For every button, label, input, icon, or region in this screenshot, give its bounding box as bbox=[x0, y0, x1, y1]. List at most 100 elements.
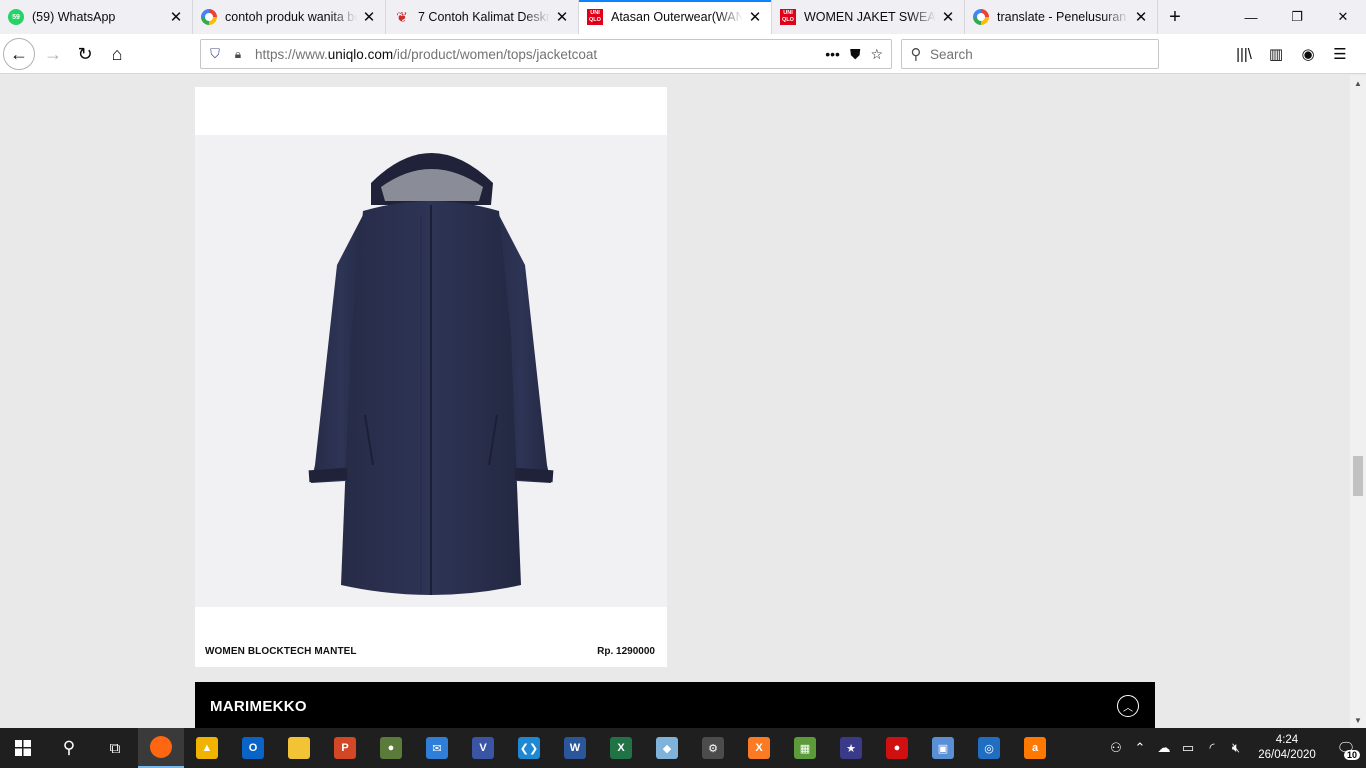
close-tab-icon[interactable]: ✕ bbox=[164, 5, 188, 29]
network-app-icon: ⚙ bbox=[702, 737, 724, 759]
task-view-icon: ⧉ bbox=[109, 739, 121, 757]
close-tab-icon[interactable]: ✕ bbox=[1129, 5, 1153, 29]
taskbar-app-word[interactable]: W bbox=[552, 728, 598, 768]
tab-kalimat-deskripsi[interactable]: ❦ 7 Contoh Kalimat Deskrip ✕ bbox=[386, 0, 579, 34]
taskbar-app-globe-app[interactable]: ● bbox=[368, 728, 414, 768]
notification-count-badge: 10 bbox=[1343, 750, 1360, 760]
sheets-app-icon: ▦ bbox=[794, 737, 816, 759]
scroll-up-arrow-icon[interactable]: ▲ bbox=[1350, 75, 1366, 91]
clock-time: 4:24 bbox=[1275, 734, 1299, 746]
whatsapp-icon: 59 bbox=[8, 9, 24, 25]
taskbar-app-firefox[interactable] bbox=[138, 728, 184, 768]
taskbar-app-star-app[interactable]: ★ bbox=[828, 728, 874, 768]
taskbar-app-avast[interactable]: a bbox=[1012, 728, 1058, 768]
product-name[interactable]: WOMEN BLOCKTECH MANTEL bbox=[205, 646, 357, 657]
word-icon: W bbox=[564, 737, 586, 759]
new-tab-button[interactable]: + bbox=[1158, 0, 1192, 34]
taskbar-app-notes-app[interactable]: ◆ bbox=[644, 728, 690, 768]
back-button[interactable]: ← bbox=[3, 38, 35, 70]
search-button[interactable]: ⚲ bbox=[46, 728, 92, 768]
wifi-icon[interactable]: ◜ bbox=[1200, 740, 1224, 756]
pocket-icon[interactable]: ⛊ bbox=[850, 46, 861, 63]
taskbar-app-vscode[interactable]: ❮❯ bbox=[506, 728, 552, 768]
taskbar-app-network-app[interactable]: ⚙ bbox=[690, 728, 736, 768]
coat-illustration bbox=[308, 153, 554, 595]
tab-women-jaket[interactable]: UNI QLO WOMEN JAKET SWEAT H ✕ bbox=[772, 0, 965, 34]
task-view-button[interactable]: ⧉ bbox=[92, 728, 138, 768]
taskbar-app-mail[interactable]: ✉ bbox=[414, 728, 460, 768]
sidebar-icon[interactable]: ▥ bbox=[1260, 38, 1292, 70]
bookmark-star-icon[interactable]: ☆ bbox=[870, 46, 883, 63]
close-window-icon[interactable]: ✕ bbox=[1320, 0, 1366, 34]
library-icon[interactable]: |||\ bbox=[1228, 38, 1260, 70]
search-input[interactable]: ⚲ Search bbox=[901, 39, 1159, 69]
tab-title: WOMEN JAKET SWEAT H bbox=[804, 10, 936, 24]
outlook-icon: O bbox=[242, 737, 264, 759]
taskbar-app-box-app[interactable]: ▣ bbox=[920, 728, 966, 768]
taskbar-app-warning-app[interactable]: ▲ bbox=[184, 728, 230, 768]
taskbar-app-rings-app[interactable]: ◎ bbox=[966, 728, 1012, 768]
clock[interactable]: 4:24 26/04/2020 bbox=[1248, 733, 1326, 763]
tab-title: contoh produk wanita be bbox=[225, 10, 357, 24]
home-button[interactable]: ⌂ bbox=[101, 38, 133, 70]
avast-icon: a bbox=[1024, 737, 1046, 759]
taskbar-app-xampp[interactable]: X bbox=[736, 728, 782, 768]
box-app-icon: ▣ bbox=[932, 737, 954, 759]
tab-title: Atasan Outerwear(WANI bbox=[611, 10, 743, 24]
chevron-up-icon[interactable]: ⌃ bbox=[1128, 740, 1152, 756]
taskbar-app-file-explorer[interactable] bbox=[276, 728, 322, 768]
tracking-protection-shield-icon[interactable]: ⛉ bbox=[201, 46, 229, 62]
search-icon: ⚲ bbox=[910, 46, 922, 63]
scrollbar-thumb[interactable] bbox=[1353, 456, 1363, 496]
start-button[interactable] bbox=[0, 728, 46, 768]
product-image[interactable] bbox=[195, 135, 667, 607]
account-icon[interactable]: ◉ bbox=[1292, 38, 1324, 70]
search-placeholder: Search bbox=[930, 46, 973, 62]
close-tab-icon[interactable]: ✕ bbox=[743, 5, 767, 29]
url-text[interactable]: https://www.uniqlo.com/id/product/women/… bbox=[247, 47, 825, 62]
taskbar-app-record-app[interactable]: ● bbox=[874, 728, 920, 768]
uniqlo-icon: UNI QLO bbox=[780, 9, 796, 25]
onedrive-cloud-icon[interactable]: ☁ bbox=[1152, 740, 1176, 756]
taskbar-app-visio[interactable]: V bbox=[460, 728, 506, 768]
reload-button[interactable]: ↻ bbox=[69, 38, 101, 70]
people-icon[interactable]: ⚇ bbox=[1104, 740, 1128, 756]
taskbar-app-sheets-app[interactable]: ▦ bbox=[782, 728, 828, 768]
volume-muted-icon[interactable]: 🔇︎ bbox=[1224, 740, 1248, 756]
taskbar-app-excel[interactable]: X bbox=[598, 728, 644, 768]
product-card[interactable]: WOMEN BLOCKTECH MANTEL Rp. 1290000 bbox=[195, 87, 667, 667]
record-app-icon: ● bbox=[886, 737, 908, 759]
home-icon: ⌂ bbox=[111, 43, 123, 64]
arrow-left-icon: ← bbox=[10, 43, 28, 64]
menu-icon[interactable]: ☰ bbox=[1324, 38, 1356, 70]
tab-translate[interactable]: translate - Penelusuran G ✕ bbox=[965, 0, 1158, 34]
action-center-button[interactable]: 🗨︎ 10 bbox=[1326, 728, 1366, 768]
section-title: MARIMEKKO bbox=[210, 698, 307, 715]
tab-title: translate - Penelusuran G bbox=[997, 10, 1129, 24]
address-bar[interactable]: ⛉ 🔒︎ https://www.uniqlo.com/id/product/w… bbox=[200, 39, 892, 69]
windows-logo-icon bbox=[15, 740, 31, 756]
battery-icon[interactable]: ▭ bbox=[1176, 740, 1200, 756]
close-tab-icon[interactable]: ✕ bbox=[936, 5, 960, 29]
tab-google-contoh[interactable]: contoh produk wanita be ✕ bbox=[193, 0, 386, 34]
marimekko-section-header[interactable]: MARIMEKKO ︿ bbox=[195, 682, 1155, 728]
scroll-down-arrow-icon[interactable]: ▼ bbox=[1350, 712, 1366, 728]
taskbar-app-outlook[interactable]: O bbox=[230, 728, 276, 768]
firefox-icon bbox=[150, 736, 172, 758]
close-tab-icon[interactable]: ✕ bbox=[550, 5, 574, 29]
navigation-toolbar: ← → ↻ ⌂ ⛉ 🔒︎ https://www.uniqlo.com/id/p… bbox=[0, 34, 1366, 74]
forward-button[interactable]: → bbox=[37, 38, 69, 70]
tab-whatsapp[interactable]: 59 (59) WhatsApp ✕ bbox=[0, 0, 193, 34]
close-tab-icon[interactable]: ✕ bbox=[357, 5, 381, 29]
restore-icon[interactable]: ❐ bbox=[1274, 0, 1320, 34]
lock-icon[interactable]: 🔒︎ bbox=[229, 47, 247, 62]
minimize-icon[interactable]: — bbox=[1228, 0, 1274, 34]
chevron-up-icon[interactable]: ︿ bbox=[1117, 695, 1139, 717]
excel-icon: X bbox=[610, 737, 632, 759]
rings-app-icon: ◎ bbox=[978, 737, 1000, 759]
page-viewport: WOMEN BLOCKTECH MANTEL Rp. 1290000 MARIM… bbox=[0, 75, 1350, 728]
vertical-scrollbar[interactable]: ▲ ▼ bbox=[1350, 75, 1366, 728]
taskbar-app-powerpoint[interactable]: P bbox=[322, 728, 368, 768]
tab-atasan-outerwear[interactable]: UNI QLO Atasan Outerwear(WANI ✕ bbox=[579, 0, 772, 34]
page-actions-icon[interactable]: ••• bbox=[825, 46, 840, 63]
